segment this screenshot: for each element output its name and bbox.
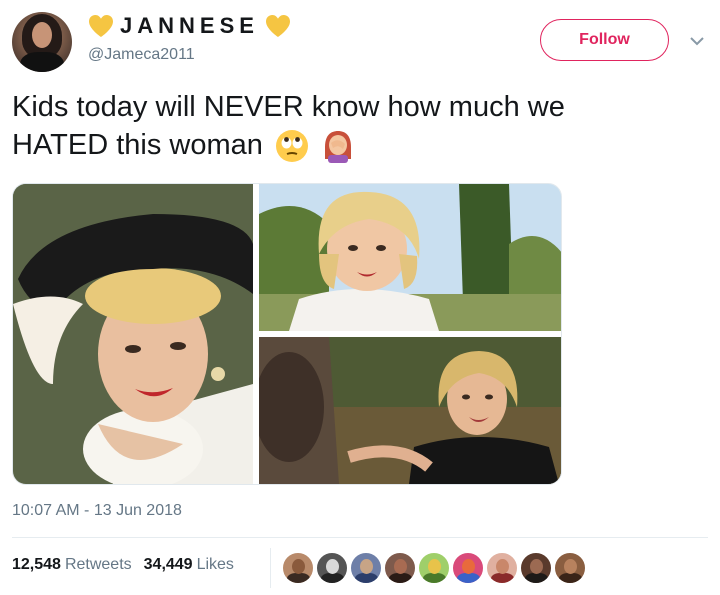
likes-label[interactable]: Likes xyxy=(197,556,234,574)
liker-avatar-body xyxy=(423,573,446,583)
photo-woman-outdoors-top-illustration xyxy=(259,184,561,331)
photo-woman-outdoors-bottom-illustration xyxy=(259,337,561,484)
photo-woman-outdoors-top[interactable] xyxy=(259,184,561,331)
tweet-stats: 12,548 Retweets 34,449 Likes xyxy=(12,556,246,574)
liker-avatar[interactable] xyxy=(316,552,348,584)
chevron-down-icon[interactable] xyxy=(690,36,704,46)
follow-button[interactable]: Follow xyxy=(540,19,669,61)
display-name-row[interactable]: JANNESE xyxy=(88,13,291,39)
liker-avatar-face xyxy=(564,559,577,574)
liker-avatar[interactable] xyxy=(486,552,518,584)
liker-avatar-face xyxy=(326,559,339,574)
liker-avatar[interactable] xyxy=(520,552,552,584)
liker-avatars xyxy=(282,552,586,584)
retweets-count[interactable]: 12,548 xyxy=(12,556,61,574)
display-name[interactable]: JANNESE xyxy=(120,13,259,39)
tweet-text: Kids today will NEVER know how much we H… xyxy=(12,88,702,164)
avatar-face xyxy=(32,22,52,48)
rolling-eyes-emoji-icon xyxy=(275,130,308,163)
likes-count[interactable]: 34,449 xyxy=(144,556,193,574)
retweets-label[interactable]: Retweets xyxy=(65,556,132,574)
yellow-heart-icon xyxy=(265,15,290,37)
tweet-text-line-2: HATED this woman xyxy=(12,129,263,161)
divider xyxy=(12,537,708,538)
liker-avatar-face xyxy=(428,559,441,574)
tweet-timestamp[interactable]: 10:07 AM - 13 Jun 2018 xyxy=(12,502,182,520)
liker-avatar[interactable] xyxy=(282,552,314,584)
tweet-text-line-2-row: HATED this woman xyxy=(12,126,702,164)
liker-avatar[interactable] xyxy=(418,552,450,584)
photo-woman-outdoors-bottom[interactable] xyxy=(259,337,561,484)
liker-avatar-body xyxy=(355,573,378,583)
user-avatar[interactable] xyxy=(12,12,72,72)
user-handle[interactable]: @Jameca2011 xyxy=(88,46,195,64)
liker-avatar-face xyxy=(394,559,407,574)
liker-avatar[interactable] xyxy=(350,552,382,584)
liker-avatar[interactable] xyxy=(384,552,416,584)
stats-separator xyxy=(270,548,271,588)
liker-avatar-face xyxy=(360,559,373,574)
liker-avatar-body xyxy=(457,573,480,583)
photo-woman-hat[interactable] xyxy=(13,184,253,484)
liker-avatar-body xyxy=(525,573,548,583)
tweet-media-grid[interactable] xyxy=(12,183,562,485)
liker-avatar-body xyxy=(287,573,310,583)
liker-avatar[interactable] xyxy=(452,552,484,584)
avatar-body xyxy=(20,52,64,72)
woman-facepalming-icon xyxy=(325,131,351,164)
tweet-text-line-1: Kids today will NEVER know how much we xyxy=(12,91,565,123)
liker-avatar-face xyxy=(530,559,543,574)
liker-avatar-face xyxy=(496,559,509,574)
photo-woman-hat-illustration xyxy=(13,184,253,484)
liker-avatar-body xyxy=(389,573,412,583)
liker-avatar-face xyxy=(462,559,475,574)
liker-avatar-body xyxy=(559,573,582,583)
liker-avatar-body xyxy=(321,573,344,583)
yellow-heart-icon xyxy=(89,15,113,37)
liker-avatar[interactable] xyxy=(554,552,586,584)
liker-avatar-body xyxy=(491,573,514,583)
liker-avatar-face xyxy=(292,559,305,574)
